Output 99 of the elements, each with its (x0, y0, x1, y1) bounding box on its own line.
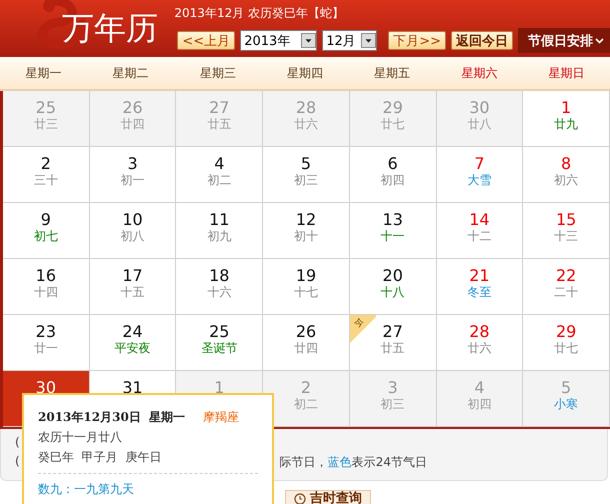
day-number: 18 (209, 267, 230, 285)
lunar-date: 廿六 (467, 341, 492, 356)
day-number: 29 (382, 99, 403, 117)
day-number: 31 (122, 379, 143, 397)
day-number: 1 (561, 99, 572, 117)
day-number: 28 (469, 323, 490, 341)
lunar-date: 初二 (207, 173, 232, 188)
lunar-date: 十五 (120, 285, 145, 300)
lunar-date: 初一 (120, 173, 145, 188)
day-number: 1 (214, 379, 224, 397)
day-number: 26 (122, 99, 143, 117)
day-number: 27 (382, 323, 403, 341)
day-number: 5 (300, 155, 312, 173)
month-lunar-year: 2013年12月 农历癸巳年【蛇】 (174, 5, 344, 22)
lunar-date: 初四 (380, 173, 405, 188)
lunar-date: 初六 (554, 173, 578, 188)
lunar-date: 二十 (554, 285, 578, 300)
day-number: 7 (474, 155, 485, 173)
lunar-date: 廿八 (467, 117, 492, 132)
day-number: 20 (382, 267, 403, 285)
lunar-date: 廿六 (294, 117, 318, 132)
day-number: 23 (36, 323, 56, 341)
app-title: 万年历 (62, 8, 158, 48)
day-number: 30 (36, 379, 56, 397)
day-number: 19 (296, 267, 316, 285)
weekday-label: 星期二 (112, 65, 149, 82)
lunar-date: 小寒 (554, 397, 578, 412)
day-number: 30 (469, 99, 490, 117)
lunar-date: 初九 (207, 229, 232, 244)
day-number: 5 (561, 379, 572, 397)
weekday-label: 星期日 (548, 65, 584, 82)
lunar-date-text: 农历十一月廿八 (38, 429, 123, 446)
lunar-date: 初十 (294, 229, 318, 244)
day-number: 28 (296, 99, 316, 117)
day-number: 2 (300, 379, 312, 397)
day-number: 21 (469, 267, 490, 285)
lunar-date: 廿七 (554, 341, 578, 356)
lunar-date: 初八 (120, 229, 145, 244)
lunar-date: 廿七 (380, 117, 405, 132)
shujiu-note: 数九：一九第九天 (38, 481, 135, 498)
day-number: 29 (556, 323, 576, 341)
lunar-date: 廿三 (34, 117, 58, 132)
lunar-date: 初七 (34, 229, 58, 244)
day-number: 25 (209, 323, 230, 341)
lunar-date: 廿九 (554, 117, 578, 132)
day-number: 15 (556, 211, 576, 229)
today-badge: 今 (350, 315, 376, 345)
popup-date: 2013年12月30日 星期一 (38, 409, 186, 426)
lunar-date: 十七 (294, 285, 318, 300)
lunar-date: 廿一 (34, 341, 58, 356)
lunar-date: 冬至 (467, 285, 492, 300)
legend-text: ( (15, 435, 20, 449)
day-number: 10 (122, 211, 143, 229)
lunar-date: 十四 (34, 285, 58, 300)
weekday-label: 星期五 (374, 65, 410, 82)
day-number: 4 (474, 379, 485, 397)
weekday-label: 星期三 (200, 65, 236, 82)
lunar-date: 圣诞节 (201, 341, 238, 356)
day-number: 2 (40, 155, 51, 173)
day-number: 9 (40, 211, 51, 229)
lunar-date: 平安夜 (114, 341, 151, 356)
weekday-label: 星期四 (286, 65, 323, 82)
legend-text: 际节日，蓝色表示24节气日 (280, 454, 427, 471)
weekday-label: 星期六 (461, 65, 498, 82)
lunar-date: 十一 (380, 229, 405, 244)
lunar-date: 十二 (467, 229, 492, 244)
lunar-date: 初三 (294, 173, 318, 188)
day-number: 22 (556, 267, 576, 285)
day-number: 17 (122, 267, 143, 285)
day-number: 11 (209, 211, 230, 229)
day-number: 24 (122, 323, 143, 341)
day-number: 27 (209, 99, 230, 117)
day-number: 13 (382, 211, 403, 229)
weekday-label: 星期一 (26, 65, 62, 82)
lunar-date: 廿四 (294, 341, 318, 356)
day-number: 12 (296, 211, 316, 229)
day-number: 16 (36, 267, 56, 285)
lunar-date: 大雪 (467, 173, 492, 188)
lunar-date: 三十 (34, 173, 58, 188)
day-number: 25 (36, 99, 56, 117)
lunar-date: 十八 (380, 285, 405, 300)
day-number: 3 (388, 379, 398, 397)
day-number: 8 (561, 155, 572, 173)
day-number: 14 (469, 211, 490, 229)
day-number: 3 (127, 155, 138, 173)
ganzhi-text: 癸巳年 甲子月 庚午日 (38, 449, 162, 466)
day-number: 4 (214, 155, 224, 173)
lunar-date: 十六 (207, 285, 232, 300)
zodiac-sign: 摩羯座 (203, 409, 240, 426)
lunar-date: 廿四 (120, 117, 145, 132)
lunar-date: 初四 (467, 397, 492, 412)
lunar-date: 初二 (294, 397, 318, 412)
day-number: 6 (388, 155, 398, 173)
legend-text: ( (15, 454, 20, 470)
lunar-date: 初三 (380, 397, 405, 412)
day-number: 26 (296, 323, 316, 341)
lunar-date: 廿五 (380, 341, 405, 356)
lunar-date: 廿五 (207, 117, 232, 132)
lunar-date: 十三 (554, 229, 578, 244)
